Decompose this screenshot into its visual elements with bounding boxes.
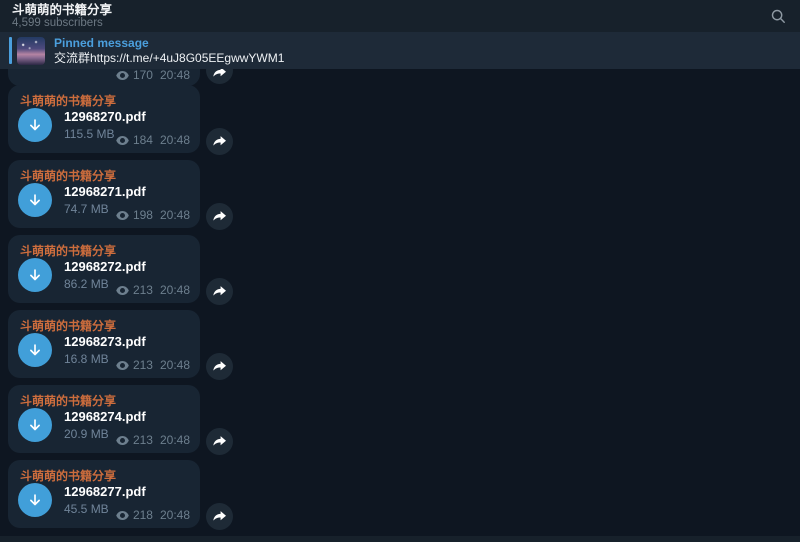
messages-list: 斗萌萌的书籍分享 12968270.pdf 115.5 MB 184 20:48 xyxy=(8,85,248,535)
forward-button[interactable] xyxy=(206,278,233,305)
pinned-thumbnail-image xyxy=(17,37,45,65)
download-button[interactable] xyxy=(18,408,52,442)
message-time: 20:48 xyxy=(160,284,190,296)
views-eye-icon xyxy=(116,71,129,80)
pinned-message-bar[interactable]: Pinned message 交流群https://t.me/+4uJ8G05E… xyxy=(0,32,800,69)
views-count: 198 xyxy=(133,209,153,221)
bottom-bar xyxy=(0,536,800,542)
file-size: 45.5 MB xyxy=(64,502,109,516)
file-name[interactable]: 12968274.pdf xyxy=(64,409,146,424)
message-row: 斗萌萌的书籍分享 12968271.pdf 74.7 MB 198 20:48 xyxy=(8,160,248,235)
download-icon xyxy=(26,416,44,434)
views-count: 213 xyxy=(133,434,153,446)
views-eye-icon xyxy=(116,286,129,295)
message-time: 20:48 xyxy=(160,509,190,521)
message-row: 斗萌萌的书籍分享 12968273.pdf 16.8 MB 213 20:48 xyxy=(8,310,248,385)
message-meta: 213 20:48 xyxy=(116,284,190,296)
file-size: 20.9 MB xyxy=(64,427,109,441)
views-count: 213 xyxy=(133,359,153,371)
message-row: 斗萌萌的书籍分享 12968274.pdf 20.9 MB 213 20:48 xyxy=(8,385,248,460)
telegram-channel-view: 斗萌萌的书籍分享 4,599 subscribers Pinned messag… xyxy=(0,0,800,542)
forward-icon xyxy=(213,136,226,147)
message-bubble[interactable]: 斗萌萌的书籍分享 12968272.pdf 86.2 MB 213 20:48 xyxy=(8,235,200,303)
views-eye-icon xyxy=(116,436,129,445)
forward-button[interactable] xyxy=(206,428,233,455)
message-time: 20:48 xyxy=(160,359,190,371)
download-icon xyxy=(26,266,44,284)
download-button[interactable] xyxy=(18,183,52,217)
message-time: 20:48 xyxy=(160,209,190,221)
chat-subscribers-count: 4,599 subscribers xyxy=(12,17,112,30)
message-sender-name[interactable]: 斗萌萌的书籍分享 xyxy=(20,92,116,109)
file-name[interactable]: 12968277.pdf xyxy=(64,484,146,499)
message-meta: 213 20:48 xyxy=(116,359,190,371)
pinned-label: Pinned message xyxy=(54,36,284,51)
message-meta: 198 20:48 xyxy=(116,209,190,221)
file-size: 115.5 MB xyxy=(64,127,114,141)
download-icon xyxy=(26,341,44,359)
message-meta: 213 20:48 xyxy=(116,434,190,446)
views-eye-icon xyxy=(116,511,129,520)
forward-icon xyxy=(213,286,226,297)
message-sender-name[interactable]: 斗萌萌的书籍分享 xyxy=(20,317,116,334)
download-button[interactable] xyxy=(18,483,52,517)
message-time: 20:48 xyxy=(160,69,190,81)
message-meta: 218 20:48 xyxy=(116,509,190,521)
message-bubble[interactable]: 斗萌萌的书籍分享 12968274.pdf 20.9 MB 213 20:48 xyxy=(8,385,200,453)
views-count: 213 xyxy=(133,284,153,296)
forward-icon xyxy=(213,511,226,522)
download-button[interactable] xyxy=(18,258,52,292)
download-icon xyxy=(26,116,44,134)
views-eye-icon xyxy=(116,136,129,145)
file-name[interactable]: 12968273.pdf xyxy=(64,334,146,349)
message-row: 斗萌萌的书籍分享 12968270.pdf 115.5 MB 184 20:48 xyxy=(8,85,248,160)
forward-button[interactable] xyxy=(206,503,233,530)
file-name[interactable]: 12968271.pdf xyxy=(64,184,146,199)
forward-icon xyxy=(213,361,226,372)
views-eye-icon xyxy=(116,361,129,370)
forward-button[interactable] xyxy=(206,353,233,380)
message-row: 斗萌萌的书籍分享 12968277.pdf 45.5 MB 218 20:48 xyxy=(8,460,248,535)
message-bubble[interactable]: 斗萌萌的书籍分享 12968273.pdf 16.8 MB 213 20:48 xyxy=(8,310,200,378)
file-size: 16.8 MB xyxy=(64,352,109,366)
download-button[interactable] xyxy=(18,333,52,367)
message-sender-name[interactable]: 斗萌萌的书籍分享 xyxy=(20,242,116,259)
chat-title: 斗萌萌的书籍分享 xyxy=(12,3,112,17)
message-sender-name[interactable]: 斗萌萌的书籍分享 xyxy=(20,467,116,484)
forward-button[interactable] xyxy=(206,203,233,230)
message-time: 20:48 xyxy=(160,134,190,146)
message-time: 20:48 xyxy=(160,434,190,446)
chat-header-info[interactable]: 斗萌萌的书籍分享 4,599 subscribers xyxy=(12,3,112,30)
file-size: 74.7 MB xyxy=(64,202,109,216)
message-bubble[interactable]: 斗萌萌的书籍分享 12968277.pdf 45.5 MB 218 20:48 xyxy=(8,460,200,528)
file-size: 86.2 MB xyxy=(64,277,109,291)
views-count: 170 xyxy=(133,69,153,81)
download-icon xyxy=(26,191,44,209)
file-name[interactable]: 12968272.pdf xyxy=(64,259,146,274)
search-icon[interactable] xyxy=(768,6,788,26)
forward-icon xyxy=(213,436,226,447)
file-name[interactable]: 12968270.pdf xyxy=(64,109,146,124)
message-sender-name[interactable]: 斗萌萌的书籍分享 xyxy=(20,167,116,184)
download-button[interactable] xyxy=(18,108,52,142)
chat-message-area[interactable]: 170 20:48 斗萌萌的书籍分享 12968270.pdf 115.5 MB xyxy=(0,69,800,542)
message-bubble[interactable]: 斗萌萌的书籍分享 12968270.pdf 115.5 MB 184 20:48 xyxy=(8,85,200,153)
views-eye-icon xyxy=(116,211,129,220)
views-count: 218 xyxy=(133,509,153,521)
message-bubble[interactable]: 斗萌萌的书籍分享 12968271.pdf 74.7 MB 198 20:48 xyxy=(8,160,200,228)
forward-button[interactable] xyxy=(206,128,233,155)
chat-header[interactable]: 斗萌萌的书籍分享 4,599 subscribers xyxy=(0,0,800,32)
message-meta: 184 20:48 xyxy=(116,134,190,146)
pinned-accent-line xyxy=(9,37,12,64)
message-row: 斗萌萌的书籍分享 12968272.pdf 86.2 MB 213 20:48 xyxy=(8,235,248,310)
message-meta: 170 20:48 xyxy=(116,69,190,81)
pinned-text: 交流群https://t.me/+4uJ8G05EEgwwYWM1 xyxy=(54,51,284,66)
views-count: 184 xyxy=(133,134,153,146)
message-sender-name[interactable]: 斗萌萌的书籍分享 xyxy=(20,392,116,409)
forward-icon xyxy=(213,211,226,222)
download-icon xyxy=(26,491,44,509)
